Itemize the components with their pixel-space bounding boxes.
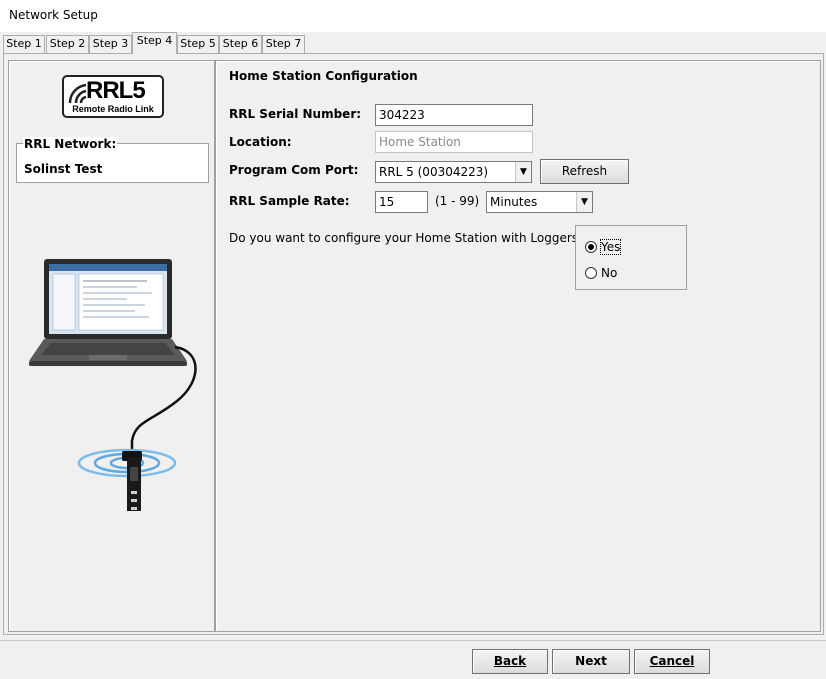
- cancel-label: Cancel: [649, 654, 695, 668]
- sample-rate-unit-select[interactable]: Minutes ▼: [486, 191, 593, 213]
- rrl-network-label: RRL Network:: [23, 137, 118, 151]
- logo-subtext: Remote Radio Link: [72, 104, 154, 114]
- back-button[interactable]: Back: [472, 649, 548, 674]
- serial-number-label: RRL Serial Number:: [229, 107, 362, 121]
- right-panel: Home Station Configuration RRL Serial Nu…: [215, 60, 821, 632]
- chevron-down-icon[interactable]: ▼: [576, 192, 592, 212]
- tab-step-4[interactable]: Step 4: [132, 32, 177, 54]
- tab-step-2[interactable]: Step 2: [46, 35, 89, 53]
- location-input[interactable]: Home Station: [375, 131, 533, 153]
- loggers-question: Do you want to configure your Home Stati…: [229, 231, 585, 245]
- com-port-select[interactable]: RRL 5 (00304223) ▼: [375, 161, 532, 183]
- radio-yes[interactable]: [585, 241, 597, 253]
- com-port-value: RRL 5 (00304223): [379, 165, 489, 179]
- com-port-label: Program Com Port:: [229, 163, 359, 177]
- next-button[interactable]: Next: [552, 649, 630, 674]
- laptop-rrl-illustration: [29, 259, 197, 511]
- tab-step-7[interactable]: Step 7: [262, 35, 305, 53]
- radio-selected-dot: [588, 244, 594, 250]
- sample-rate-unit-value: Minutes: [490, 195, 538, 209]
- sample-rate-input[interactable]: [375, 191, 428, 213]
- radio-waves-icon: [68, 83, 87, 104]
- cancel-button[interactable]: Cancel: [634, 649, 710, 674]
- chevron-down-icon[interactable]: ▼: [515, 162, 531, 182]
- left-panel: RRL5 Remote Radio Link RRL Network: Soli…: [8, 60, 215, 632]
- window-title: Network Setup: [9, 8, 98, 22]
- loggers-radio-group: Yes No: [575, 225, 687, 290]
- title-bar: Network Setup: [0, 0, 826, 32]
- section-title: Home Station Configuration: [229, 69, 418, 83]
- tab-step-1[interactable]: Step 1: [3, 35, 45, 53]
- rrl-network-group: RRL Network: Solinst Test: [16, 137, 209, 183]
- radio-yes-label[interactable]: Yes: [599, 239, 622, 255]
- radio-no[interactable]: [585, 267, 597, 279]
- tab-page: RRL5 Remote Radio Link RRL Network: Soli…: [3, 53, 824, 635]
- serial-number-input[interactable]: [375, 104, 533, 126]
- next-label: Next: [575, 654, 607, 668]
- rrl-network-value: Solinst Test: [24, 162, 103, 176]
- sample-rate-label: RRL Sample Rate:: [229, 194, 350, 208]
- tab-step-3[interactable]: Step 3: [89, 35, 132, 53]
- back-label: Back: [493, 654, 527, 668]
- tab-step-6[interactable]: Step 6: [219, 35, 262, 53]
- refresh-button[interactable]: Refresh: [540, 159, 629, 184]
- tab-step-5[interactable]: Step 5: [177, 35, 219, 53]
- sample-rate-range: (1 - 99): [435, 194, 480, 208]
- rrl5-logo: RRL5 Remote Radio Link: [62, 75, 164, 118]
- location-label: Location:: [229, 135, 292, 149]
- logo-text: RRL5: [86, 77, 146, 104]
- radio-no-label[interactable]: No: [601, 266, 617, 280]
- footer-divider: [0, 640, 826, 641]
